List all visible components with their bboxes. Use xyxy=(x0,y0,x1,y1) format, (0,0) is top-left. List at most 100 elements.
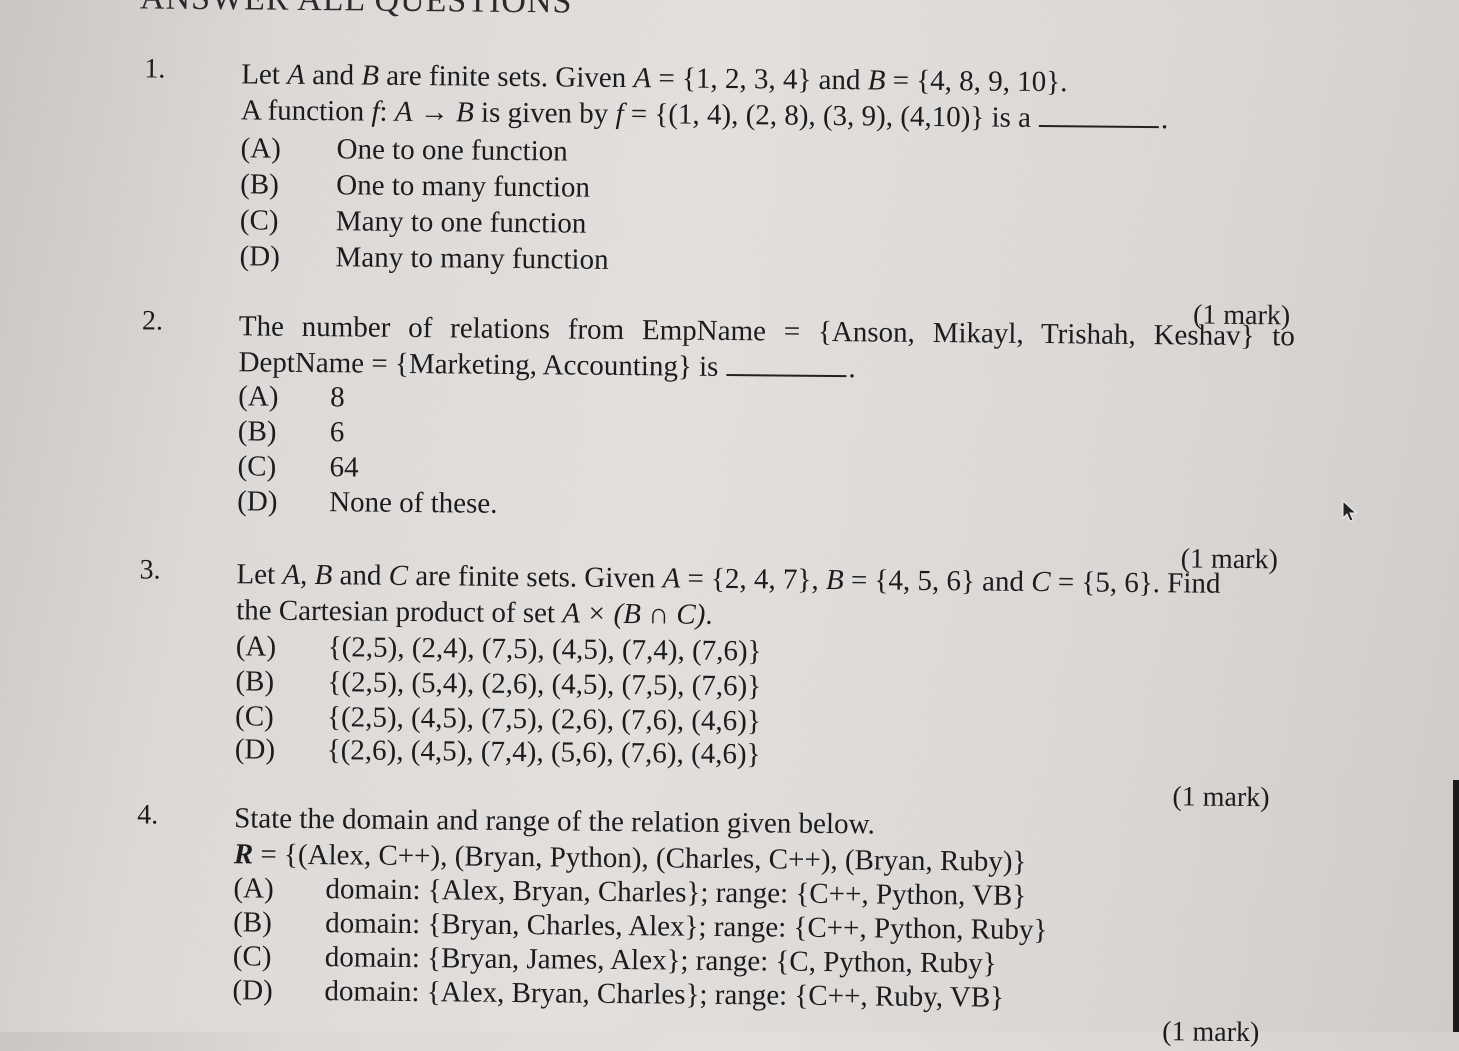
math-variable: B xyxy=(867,64,886,97)
text-fragment: and xyxy=(304,58,362,92)
option-text: {(2,5), (5,4), (2,6), (4,5), (7,5), (7,6… xyxy=(327,666,762,703)
text-fragment: : xyxy=(379,95,395,128)
option-label: (C) xyxy=(239,204,279,237)
option-label: (A) xyxy=(238,380,279,413)
option-label: (A) xyxy=(233,872,274,905)
option-text: 6 xyxy=(329,416,345,449)
option-label: (B) xyxy=(237,415,277,448)
math-variable: B xyxy=(825,563,844,597)
math-variable: A xyxy=(287,58,306,91)
option-label: (B) xyxy=(233,906,272,939)
text-fragment: and xyxy=(332,559,389,592)
option-b: (B) One to many function xyxy=(240,168,590,204)
answer-blank xyxy=(1038,123,1159,129)
text-fragment: = {4, 5, 6} and xyxy=(843,564,1032,598)
option-d: (D) Many to many function xyxy=(239,240,608,277)
option-a: (A) One to one function xyxy=(240,132,567,168)
text-fragment: DeptName = {Marketing, Accounting} is xyxy=(238,346,719,383)
option-c: (C) Many to one function xyxy=(240,204,587,240)
text-fragment: is given by xyxy=(473,96,616,130)
option-text: {(2,5), (2,4), (7,5), (4,5), (7,4), (7,6… xyxy=(327,631,762,668)
text-fragment: → xyxy=(412,95,457,129)
text-fragment: = {5, 6}. Find xyxy=(1050,566,1221,600)
option-label: (A) xyxy=(240,132,282,165)
math-expression: A × (B ∩ C) xyxy=(562,597,706,631)
option-text: One to one function xyxy=(336,133,568,168)
text-fragment: . xyxy=(1160,103,1169,136)
option-label: (D) xyxy=(239,240,280,273)
option-d: (D) {(2,6), (4,5), (7,4), (5,6), (7,6), (… xyxy=(235,733,761,771)
exam-document: ANSWER ALL QUESTIONS 1. Let A and B are … xyxy=(0,0,1459,1049)
text-fragment: = {1, 2, 3, 4} and xyxy=(651,62,868,97)
option-label: (C) xyxy=(234,700,274,733)
math-variable: R xyxy=(233,838,254,871)
question-number: 3. xyxy=(139,554,161,586)
question-text-line: Let A and B are finite sets. Given A = {… xyxy=(241,58,1067,99)
math-variable: A xyxy=(633,62,652,95)
math-variable: B xyxy=(361,59,380,92)
text-fragment: are finite sets. Given xyxy=(378,59,634,95)
option-c: (C) 64 xyxy=(237,450,358,484)
option-label: (D) xyxy=(237,485,278,518)
option-text: domain: {Bryan, Charles, Alex}; range: {… xyxy=(324,907,1048,947)
text-fragment: = {(Alex, C++), (Bryan, Python), (Charle… xyxy=(252,838,1027,878)
option-text: domain: {Alex, Bryan, Charles}; range: {… xyxy=(325,873,1027,912)
option-label: (D) xyxy=(232,974,273,1007)
text-fragment: = {4, 8, 9, 10}. xyxy=(885,64,1068,99)
option-d: (D) None of these. xyxy=(237,485,498,520)
math-variable: C xyxy=(388,559,409,592)
text-fragment: . xyxy=(848,352,856,385)
option-a: (A) 8 xyxy=(238,380,345,414)
question-number: 1. xyxy=(144,53,166,85)
option-text: domain: {Alex, Bryan, Charles}; range: {… xyxy=(324,975,1005,1014)
option-c: (C) {(2,5), (4,5), (7,5), (2,6), (7,6), (… xyxy=(235,700,761,738)
question-number: 2. xyxy=(141,305,164,337)
math-variable: B xyxy=(314,559,333,592)
question-text-line: the Cartesian product of set A × (B ∩ C)… xyxy=(236,594,713,632)
answer-blank xyxy=(726,372,847,378)
option-text: Many to one function xyxy=(335,205,587,240)
option-b: (B) {(2,5), (5,4), (2,6), (4,5), (7,5), (… xyxy=(235,665,761,703)
option-label: (C) xyxy=(237,450,277,483)
option-text: 8 xyxy=(330,381,345,414)
option-text: domain: {Bryan, James, Alex}; range: {C,… xyxy=(324,941,997,980)
option-label: (D) xyxy=(234,733,276,766)
math-variable: A xyxy=(282,558,301,591)
text-fragment: Let xyxy=(241,58,288,91)
text-fragment: , xyxy=(299,558,315,592)
option-b: (B) 6 xyxy=(238,415,345,449)
math-variable: A xyxy=(394,95,413,128)
option-text: 64 xyxy=(329,451,359,484)
option-text: Many to many function xyxy=(335,241,609,276)
option-text: {(2,5), (4,5), (7,5), (2,6), (7,6), (4,6… xyxy=(326,701,761,738)
math-variable: C xyxy=(1031,565,1051,599)
text-fragment: . xyxy=(705,598,713,631)
question-text-line: DeptName = {Marketing, Accounting} is. xyxy=(238,346,855,385)
text-fragment: = {(1, 4), (2, 8), (3, 9), (4,10)} is a xyxy=(623,97,1032,134)
question-text-line: A function f: A → B is given by f = {(1,… xyxy=(241,94,1169,136)
text-fragment: = {2, 4, 7}, xyxy=(680,562,827,596)
option-label: (B) xyxy=(235,665,275,698)
text-fragment: A function xyxy=(240,94,372,128)
option-text: None of these. xyxy=(329,486,498,520)
option-d: (D) domain: {Alex, Bryan, Charles}; range… xyxy=(232,974,1004,1014)
text-fragment: the Cartesian product of set xyxy=(235,594,563,630)
mouse-cursor-icon xyxy=(1342,500,1358,522)
text-fragment: Let xyxy=(236,558,283,591)
option-label: (B) xyxy=(240,168,280,201)
text-fragment: are finite sets. Given xyxy=(407,559,663,595)
mark-label: (1 mark) xyxy=(1162,1016,1260,1049)
mark-label: (1 mark) xyxy=(1172,781,1270,814)
math-variable: A xyxy=(662,562,681,595)
question-text-line: Let A, B and C are finite sets. Given A … xyxy=(236,558,1220,600)
option-a: (A) {(2,5), (2,4), (7,5), (4,5), (7,4), (… xyxy=(236,630,762,668)
option-text: One to many function xyxy=(336,169,591,204)
question-number: 4. xyxy=(137,799,159,831)
option-text: {(2,6), (4,5), (7,4), (5,6), (7,6), (4,6… xyxy=(326,734,761,771)
option-label: (C) xyxy=(232,940,272,973)
section-title: ANSWER ALL QUESTIONS xyxy=(140,0,573,21)
math-variable: B xyxy=(455,96,474,129)
monitor-bezel-edge xyxy=(1453,780,1459,1032)
question-text-line: State the domain and range of the relati… xyxy=(234,802,876,841)
option-label: (A) xyxy=(235,630,277,663)
